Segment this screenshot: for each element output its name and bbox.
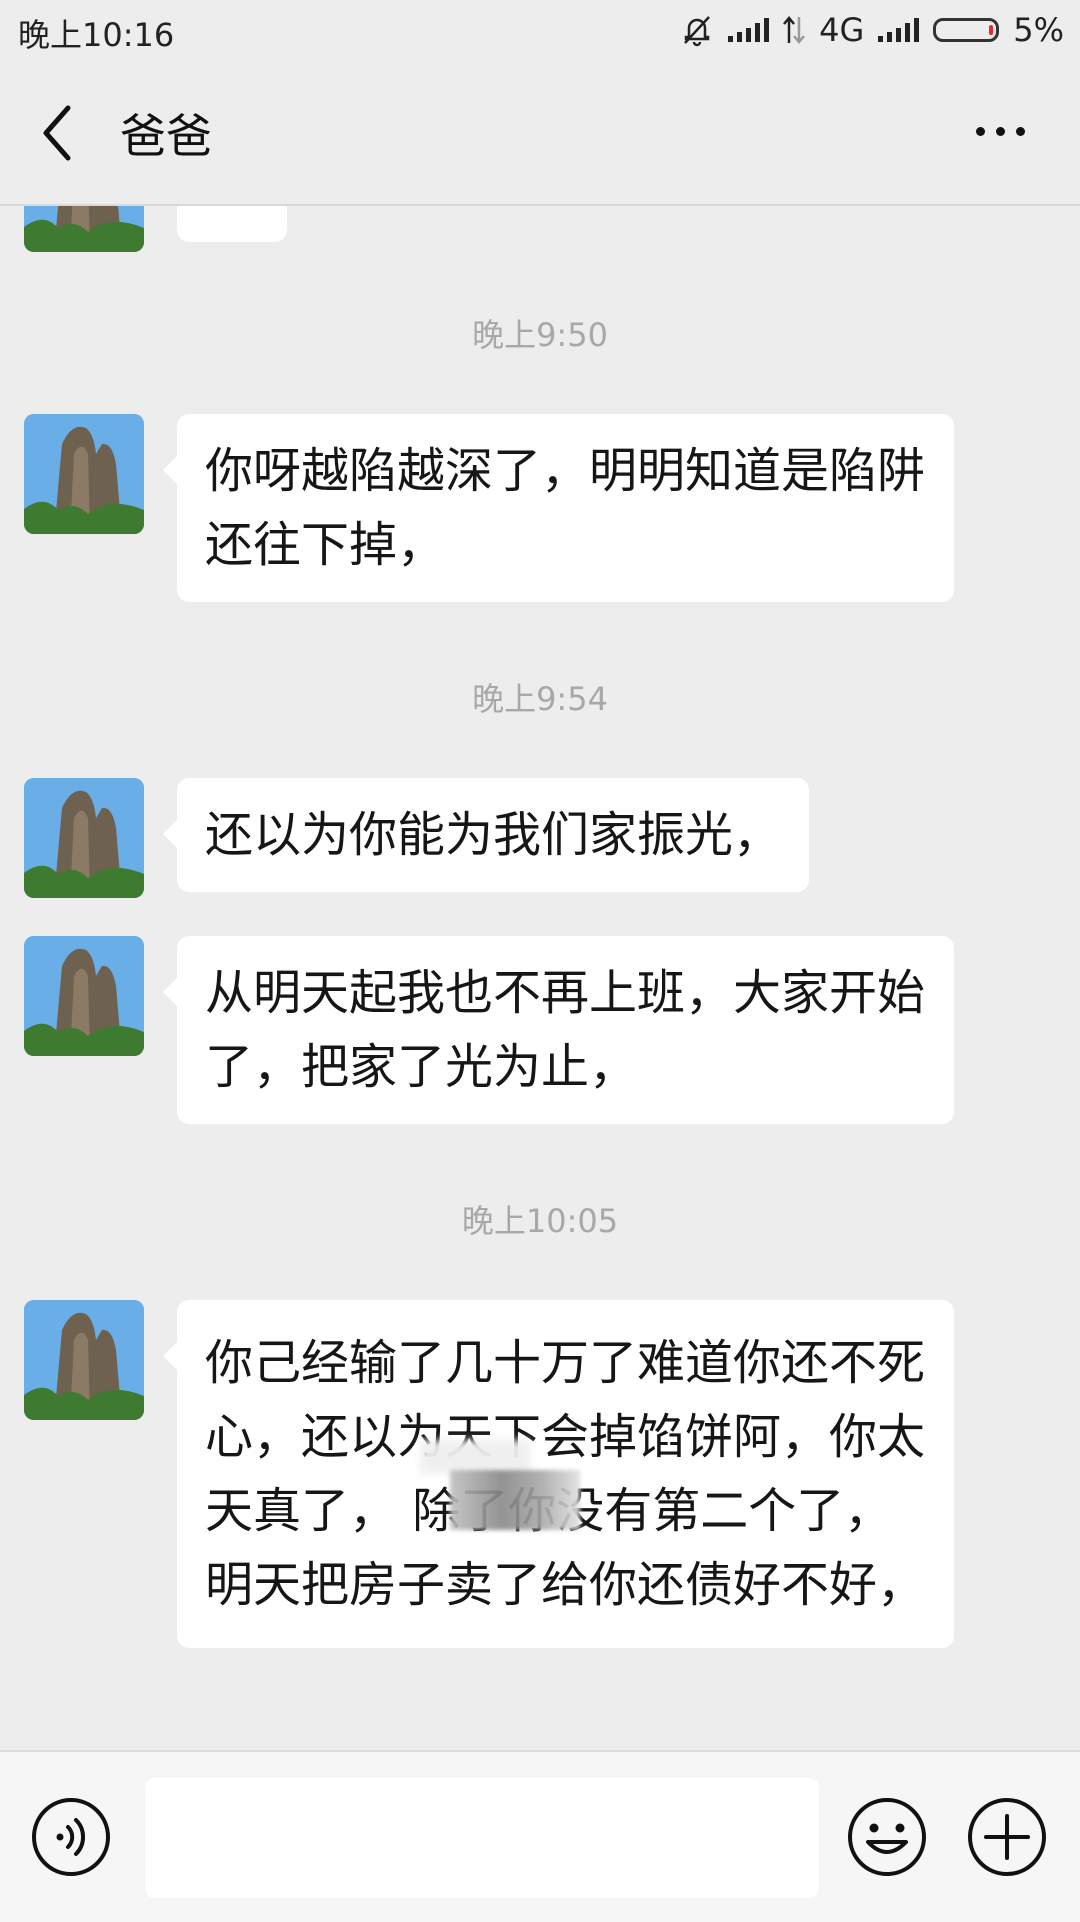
mute-bell-icon bbox=[684, 16, 710, 47]
timestamp: 晚上9:54 bbox=[472, 680, 608, 718]
message-bubble[interactable]: 你呀越陷越深了，明明知道是陷阱还往下掉， bbox=[163, 414, 954, 602]
message-bubble[interactable]: ok bbox=[177, 206, 287, 242]
input-bar bbox=[0, 1750, 1080, 1922]
back-button[interactable] bbox=[30, 98, 90, 168]
data-arrows-icon bbox=[783, 16, 806, 44]
chat-header: 爸爸 bbox=[0, 62, 1080, 206]
status-icons: 4G 5% bbox=[680, 10, 1064, 50]
message-input[interactable] bbox=[145, 1778, 819, 1898]
avatar[interactable] bbox=[24, 778, 144, 898]
redaction-blur bbox=[420, 1440, 530, 1474]
network-type: 4G bbox=[819, 11, 865, 49]
avatar[interactable] bbox=[24, 206, 144, 252]
voice-icon bbox=[32, 1798, 110, 1876]
chevron-left-icon bbox=[43, 105, 71, 161]
avatar[interactable] bbox=[24, 1300, 144, 1420]
timestamp: 晚上9:50 bbox=[472, 316, 608, 354]
timestamp: 晚上10:05 bbox=[461, 1202, 619, 1240]
signal-icon bbox=[878, 18, 920, 42]
status-time: 晚上10:16 bbox=[18, 16, 175, 54]
voice-button[interactable] bbox=[30, 1796, 112, 1878]
message-bubble[interactable]: 从明天起我也不再上班，大家开始了，把家了光为止， bbox=[163, 936, 954, 1124]
avatar[interactable] bbox=[24, 936, 144, 1056]
battery-icon bbox=[933, 18, 1000, 42]
emoji-icon bbox=[848, 1798, 926, 1876]
message-text: 从明天起我也不再上班，大家开始了，把家了光为止， bbox=[205, 965, 926, 1095]
signal-icon bbox=[728, 18, 770, 42]
plus-circle-icon bbox=[968, 1798, 1046, 1876]
emoji-button[interactable] bbox=[846, 1796, 928, 1878]
avatar[interactable] bbox=[24, 414, 144, 534]
chat-area[interactable]: ok 晚上9:50 你呀越陷越深了，明明知道是陷阱还往下掉， 晚上9:54 bbox=[0, 206, 1080, 1750]
redaction-blur bbox=[450, 1470, 580, 1530]
message-text: 还以为你能为我们家振光， bbox=[205, 807, 782, 863]
status-bar: 晚上10:16 4G 5% bbox=[0, 0, 1080, 62]
plus-button[interactable] bbox=[966, 1796, 1048, 1878]
message-bubble[interactable]: 还以为你能为我们家振光， bbox=[162, 778, 810, 892]
message-row: ok bbox=[0, 206, 1080, 256]
message-text: 你呀越陷越深了，明明知道是陷阱还往下掉， bbox=[205, 443, 926, 573]
ellipsis-icon bbox=[976, 126, 985, 136]
battery-percent: 5% bbox=[1013, 11, 1064, 49]
more-button[interactable] bbox=[976, 116, 1036, 146]
chat-title: 爸爸 bbox=[120, 109, 212, 163]
